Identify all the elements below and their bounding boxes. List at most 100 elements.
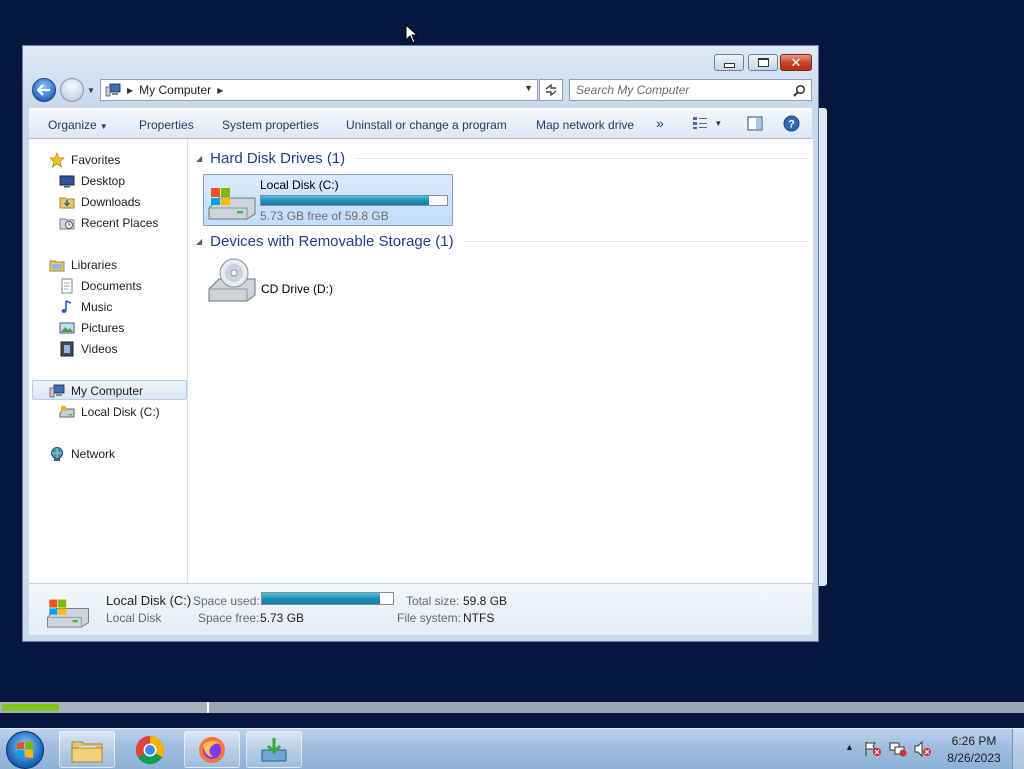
minimize-button[interactable] (714, 54, 744, 71)
nav-downloads-label: Downloads (81, 195, 141, 209)
organize-button[interactable]: Organize ▼ (48, 118, 108, 132)
nav-documents[interactable]: Documents (59, 276, 142, 296)
nav-recent-places-label: Recent Places (81, 216, 159, 230)
hard-drive-icon (59, 406, 75, 418)
windows-logo-icon (17, 741, 33, 758)
file-system-label: File system: (397, 611, 462, 625)
total-size-label: Total size: (406, 594, 460, 608)
file-system-value: NTFS (463, 611, 495, 625)
nav-pictures-label: Pictures (81, 321, 125, 335)
star-icon (49, 152, 65, 168)
details-pane: Local Disk (C:) Local Disk Space used: S… (29, 583, 812, 635)
drive-c-tile[interactable]: Local Disk (C:) 5.73 GB free of 59.8 GB (203, 174, 453, 226)
search-box[interactable] (569, 79, 812, 101)
taskbar-installer[interactable] (246, 731, 302, 768)
chevron-down-icon: ▼ (99, 122, 108, 131)
folder-icon (71, 741, 103, 762)
firefox-icon (199, 736, 225, 763)
nav-libraries[interactable]: Libraries (49, 255, 117, 275)
cd-drive-icon (208, 258, 256, 302)
uninstall-program-button[interactable]: Uninstall or change a program (346, 118, 507, 132)
nav-music[interactable]: Music (59, 297, 112, 317)
recent-pages-dropdown-icon[interactable]: ▼ (87, 86, 95, 95)
view-options-icon (693, 117, 707, 129)
drive-c-free-text: 5.73 GB free of 59.8 GB (260, 209, 389, 223)
breadcrumb-separator-icon: ▶ (127, 85, 134, 95)
nav-libraries-label: Libraries (71, 258, 118, 272)
music-icon (61, 300, 72, 313)
volume-muted-icon[interactable] (914, 741, 932, 757)
network-icon (51, 447, 63, 461)
mouse-cursor-icon (405, 24, 419, 44)
nav-pictures[interactable]: Pictures (59, 318, 124, 338)
network-status-icon[interactable] (889, 741, 907, 757)
drive-c-usage-fill (261, 196, 430, 205)
address-dropdown-icon[interactable]: ▼ (524, 83, 533, 93)
downloads-folder-icon (59, 197, 75, 209)
taskbar-chrome[interactable] (122, 731, 178, 768)
taskbar-firefox[interactable] (184, 731, 240, 768)
nav-videos[interactable]: Videos (59, 339, 117, 359)
change-view-button[interactable]: ▼ (692, 116, 722, 133)
map-network-drive-button[interactable]: Map network drive (536, 118, 634, 132)
maximize-button[interactable] (748, 54, 778, 71)
navigation-pane: Favorites Desktop Downloads Recent Place… (29, 139, 188, 583)
group-header-removable-storage[interactable]: ◢ Devices with Removable Storage (1) (196, 233, 808, 250)
breadcrumb-my-computer[interactable]: My Computer (139, 83, 211, 97)
refresh-button[interactable] (539, 79, 563, 101)
show-hidden-icons-button[interactable]: ▲ (845, 742, 854, 752)
maximize-icon (757, 58, 769, 67)
taskbar-explorer[interactable] (59, 731, 115, 768)
clock-date[interactable]: 8/26/2023 (944, 751, 1004, 765)
nav-my-computer[interactable]: My Computer (49, 381, 143, 401)
chevron-down-icon: ▼ (714, 119, 723, 128)
nav-network[interactable]: Network (49, 444, 115, 464)
address-bar[interactable]: ▶ My Computer ▶ ▼ (100, 79, 538, 101)
group-header-hard-disk-drives[interactable]: ◢ Hard Disk Drives (1) (196, 150, 808, 167)
nav-favorites[interactable]: Favorites (49, 150, 120, 170)
nav-my-computer-label: My Computer (71, 384, 144, 398)
nav-downloads[interactable]: Downloads (59, 192, 140, 212)
properties-button[interactable]: Properties (139, 118, 194, 132)
videos-icon (60, 341, 74, 357)
breadcrumb-separator-icon[interactable]: ▶ (217, 86, 223, 95)
start-button[interactable] (6, 731, 44, 769)
close-button[interactable]: ✕ (780, 54, 812, 71)
hard-drive-icon (47, 599, 89, 628)
preview-pane-icon (747, 116, 763, 131)
drive-d-name: CD Drive (D:) (261, 282, 333, 296)
organize-label: Organize (48, 118, 97, 132)
collapse-triangle-icon: ◢ (196, 237, 203, 246)
refresh-icon (545, 84, 557, 96)
preview-pane-button[interactable] (747, 116, 763, 134)
nav-local-disk[interactable]: Local Disk (C:) (59, 402, 160, 422)
clock-time[interactable]: 6:26 PM (948, 734, 1000, 748)
group-divider (463, 241, 808, 242)
space-free-label: Space free: (198, 611, 260, 625)
computer-icon (49, 384, 65, 398)
nav-local-disk-label: Local Disk (C:) (81, 405, 160, 419)
search-icon[interactable] (793, 84, 806, 97)
installer-icon (261, 737, 287, 761)
computer-icon (105, 83, 121, 97)
desktop-icon (59, 175, 75, 188)
show-desktop-button[interactable] (1012, 729, 1024, 769)
nav-recent-places[interactable]: Recent Places (59, 213, 158, 233)
collapse-triangle-icon: ◢ (196, 154, 203, 163)
drive-c-usage-bar (260, 195, 448, 206)
libraries-icon (49, 260, 65, 272)
help-button[interactable]: ? (783, 115, 800, 135)
minimize-icon (723, 62, 735, 68)
help-icon: ? (783, 115, 800, 132)
forward-button[interactable] (60, 78, 84, 102)
nav-favorites-label: Favorites (71, 153, 121, 167)
group-divider (355, 158, 808, 159)
space-free-value: 5.73 GB (260, 611, 305, 625)
more-commands-button[interactable]: » (656, 115, 664, 131)
back-button[interactable] (32, 78, 56, 102)
search-input[interactable] (576, 83, 786, 97)
system-properties-button[interactable]: System properties (222, 118, 319, 132)
action-center-flag-icon[interactable] (864, 741, 882, 757)
details-drive-type: Local Disk (106, 611, 162, 625)
nav-desktop[interactable]: Desktop (59, 171, 125, 191)
